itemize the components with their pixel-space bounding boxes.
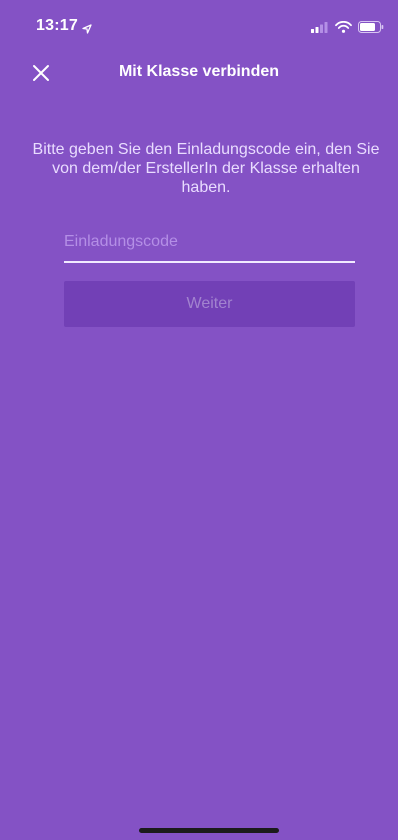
invitation-code-field xyxy=(64,226,355,263)
home-indicator xyxy=(139,828,279,833)
input-underline xyxy=(64,261,355,263)
status-bar: 13:17 xyxy=(0,0,398,44)
battery-icon xyxy=(358,20,384,38)
location-arrow-icon xyxy=(82,21,92,39)
instructions-text: Bitte geben Sie den Einladungscode ein, … xyxy=(32,141,380,196)
wifi-icon xyxy=(335,20,352,38)
status-time: 13:17 xyxy=(36,17,78,34)
status-icons xyxy=(311,20,384,38)
nav-bar: Mit Klasse verbinden xyxy=(0,52,398,92)
next-button[interactable]: Weiter xyxy=(64,281,355,327)
page-title: Mit Klasse verbinden xyxy=(118,63,280,80)
invitation-code-input[interactable] xyxy=(64,226,355,258)
cellular-signal-icon xyxy=(311,20,329,38)
